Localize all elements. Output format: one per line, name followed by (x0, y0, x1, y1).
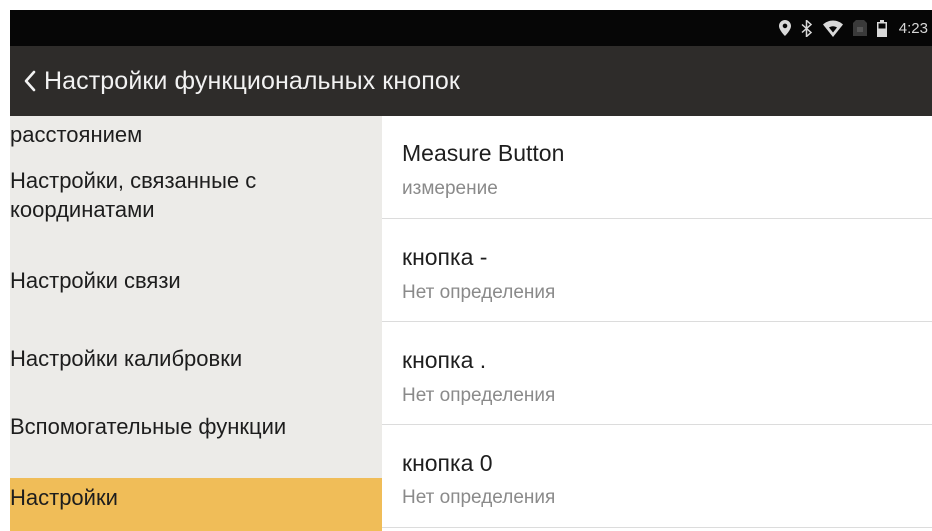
sidebar-item-distance[interactable]: расстоянием (10, 120, 382, 149)
list-item[interactable]: кнопка 0 Нет определения (382, 425, 932, 528)
wifi-icon (822, 20, 843, 37)
list-item-subtitle: Нет определения (402, 487, 556, 508)
settings-category-list: расстоянием Настройки, связанные с коорд… (10, 116, 382, 531)
sidebar-item-auxiliary[interactable]: Вспомогательные функции (10, 412, 300, 441)
list-item[interactable]: кнопка . Нет определения (382, 322, 932, 425)
list-item-subtitle: Нет определения (402, 282, 556, 303)
sim-icon (852, 20, 867, 36)
list-item-title: кнопка - (402, 244, 488, 270)
list-item-title: кнопка . (402, 347, 487, 373)
sidebar-item-label: Вспомогательные функции (10, 414, 287, 439)
sidebar-item-label: Настройки связи (10, 268, 181, 293)
battery-icon (876, 19, 887, 37)
list-item-subtitle: Нет определения (402, 385, 556, 406)
sidebar-item-coordinates[interactable]: Настройки, связанные с координатами (10, 166, 370, 224)
list-item[interactable]: кнопка - Нет определения (382, 219, 932, 322)
sidebar-item-label: Настройки (10, 485, 118, 510)
clock: 4:23 (898, 19, 928, 37)
list-item-title: кнопка 0 (402, 450, 493, 476)
list-item-subtitle: измерение (402, 178, 498, 199)
chevron-left-icon (24, 70, 36, 92)
status-icons: 4:23 (778, 10, 928, 46)
bluetooth-icon (801, 19, 813, 37)
screen-margin (0, 0, 932, 10)
sidebar-item-button-settings[interactable]: Настройки (10, 478, 382, 531)
location-icon (778, 20, 791, 36)
screen-margin (0, 0, 10, 531)
sidebar-item-label: Настройки, связанные с координатами (10, 168, 257, 222)
sidebar-item-label: расстоянием (10, 122, 143, 147)
function-buttons-list: Measure Button измерение кнопка - Нет оп… (382, 116, 932, 531)
list-item[interactable]: Measure Button измерение (382, 116, 932, 219)
sidebar-item-label: Настройки калибровки (10, 346, 243, 371)
page-title: Настройки функциональных кнопок (44, 66, 460, 95)
sidebar-item-calibration[interactable]: Настройки калибровки (10, 344, 382, 373)
app-toolbar: Настройки функциональных кнопок (10, 46, 932, 116)
sidebar-item-communication[interactable]: Настройки связи (10, 266, 382, 295)
settings-screen: 4:23 Настройки функциональных кнопок рас… (0, 0, 932, 531)
status-bar: 4:23 (10, 10, 932, 46)
list-item-title: Measure Button (402, 140, 565, 166)
